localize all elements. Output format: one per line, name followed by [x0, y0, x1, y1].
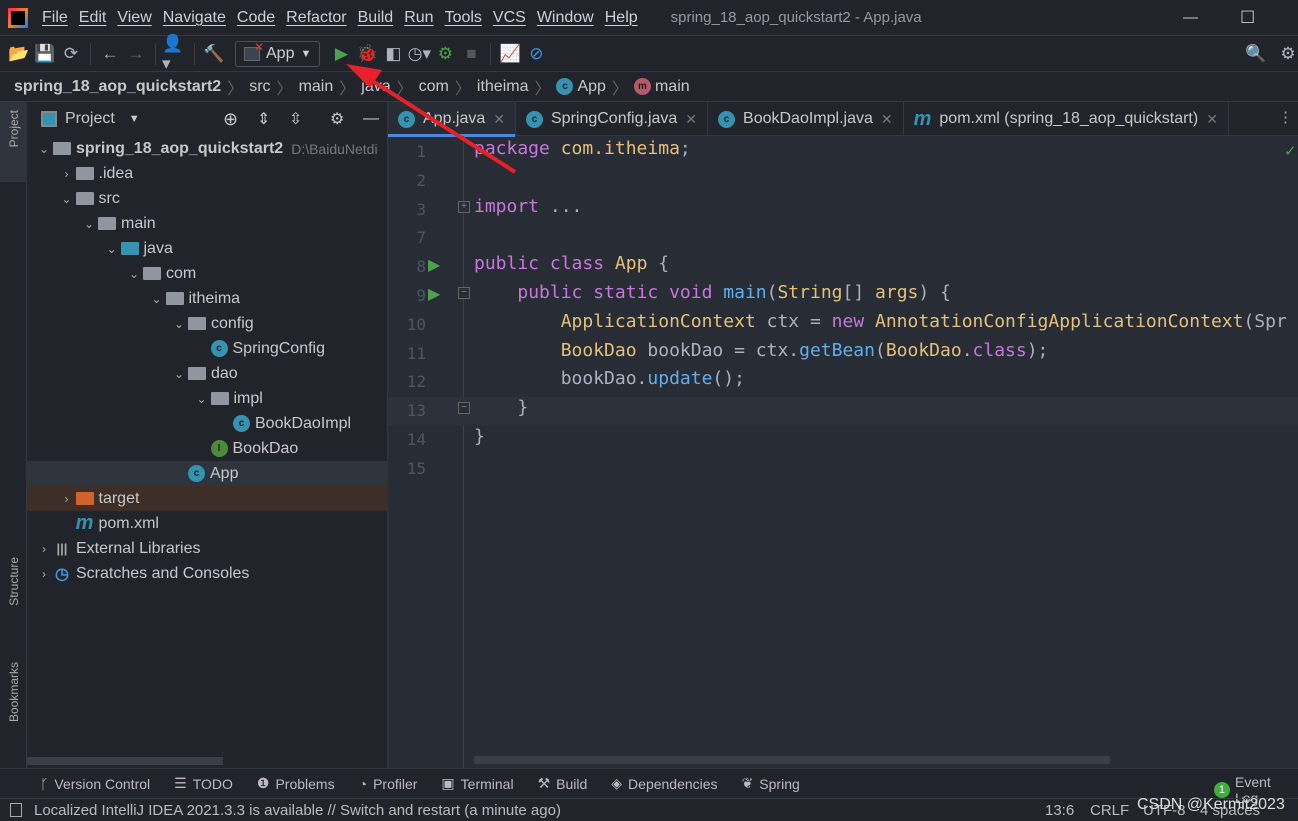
red-annotation-arrow — [346, 64, 517, 174]
